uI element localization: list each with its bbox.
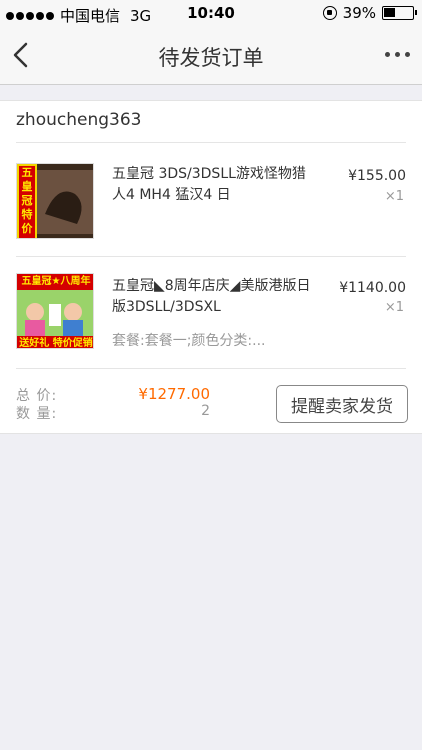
total-quantity: 2	[201, 403, 210, 419]
divider	[16, 256, 406, 257]
battery-fill	[384, 8, 395, 17]
divider	[16, 368, 406, 369]
shop-name[interactable]: zhoucheng363	[16, 110, 141, 130]
item-title: 五皇冠 3DS/3DSLL游戏怪物猎人4 MH4 猛汉4 日	[112, 166, 306, 203]
order-card: zhoucheng363 五皇冠特价 五皇冠 3DS/3DSLL游戏怪物猎人4 …	[0, 100, 422, 434]
battery-percent: 39%	[342, 4, 376, 22]
item-quantity: ×1	[384, 189, 404, 204]
item-quantity: ×1	[384, 300, 404, 315]
battery-icon	[382, 6, 417, 20]
divider	[16, 142, 406, 143]
page-title: 待发货订单	[158, 46, 264, 70]
more-options-icon[interactable]	[385, 52, 410, 57]
item-spec: 套餐:套餐一;颜色分类:...	[112, 333, 266, 349]
total-label: 总 价:	[16, 388, 58, 404]
thumbnail-badge-text: 五皇冠特价	[21, 166, 33, 235]
product-thumbnail[interactable]: 五皇冠特价	[16, 163, 94, 239]
navigation-bar: 待发货订单	[0, 28, 422, 85]
thumbnail-banner-top: 五皇冠★八周年	[21, 276, 91, 287]
status-bar: 中国电信 3G 10:40 39%	[0, 0, 422, 28]
remind-seller-button[interactable]: 提醒卖家发货	[276, 385, 408, 423]
item-title: 五皇冠◣8周年店庆◢美版港版日版3DSLL/3DSXL	[112, 278, 311, 315]
thumbnail-banner-bottom: 送好礼 特价促销	[19, 338, 93, 349]
rotation-lock-icon	[322, 6, 337, 20]
item-price: ¥1140.00	[339, 280, 406, 296]
product-thumbnail[interactable]: 五皇冠★八周年 送好礼 特价促销	[16, 273, 94, 349]
quantity-label: 数 量:	[16, 406, 58, 422]
item-price: ¥155.00	[348, 168, 406, 184]
total-price: ¥1277.00	[138, 385, 210, 403]
